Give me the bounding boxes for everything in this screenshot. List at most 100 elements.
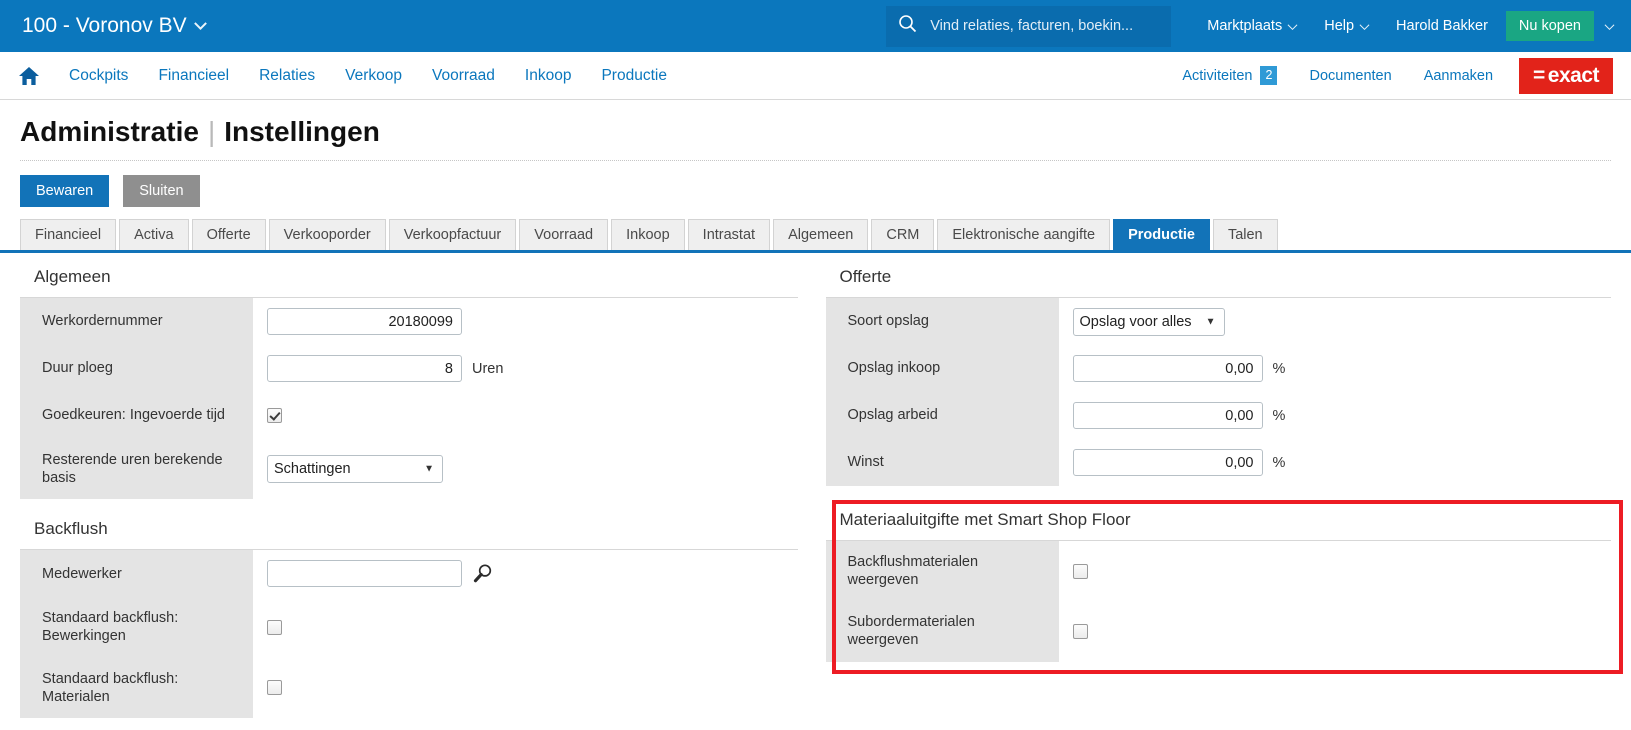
- opslag-inkoop-input[interactable]: [1072, 355, 1263, 382]
- row-standaard-backflush-materialen: [253, 658, 798, 718]
- section-backflush: Backflush Medewerker Standaard backflush…: [20, 519, 798, 718]
- buy-now-button[interactable]: Nu kopen: [1505, 11, 1594, 41]
- row-goedkeuren-ingevoerde-tijd: [253, 392, 798, 439]
- nav-item-voorraad[interactable]: Voorraad: [417, 67, 510, 85]
- page-title-sub: Instellingen: [224, 116, 380, 147]
- global-search[interactable]: [886, 5, 1172, 47]
- soort-opslag-select[interactable]: Opslag voor alles: [1072, 307, 1225, 336]
- row-standaard-backflush-bewerkingen: [253, 597, 798, 657]
- nav-documenten-label: Documenten: [1309, 67, 1392, 84]
- label-medewerker: Medewerker: [20, 550, 253, 598]
- subordermaterialen-weergeven-checkbox[interactable]: [1072, 623, 1088, 639]
- topnav-user[interactable]: Harold Bakker: [1382, 18, 1502, 34]
- row-duur-ploeg: Uren: [253, 345, 798, 392]
- row-opslag-arbeid: %: [1059, 392, 1612, 439]
- tab-verkoopfactuur[interactable]: Verkoopfactuur: [388, 219, 517, 250]
- main-navigation: Cockpits Financieel Relaties Verkoop Voo…: [0, 52, 1631, 100]
- label-duur-ploeg: Duur ploeg: [20, 345, 253, 392]
- tab-verkooporder[interactable]: Verkooporder: [268, 219, 386, 250]
- nav-item-inkoop[interactable]: Inkoop: [510, 67, 587, 85]
- winst-unit: %: [1272, 454, 1286, 471]
- topnav-marktplaats[interactable]: Marktplaats: [1193, 18, 1310, 34]
- row-opslag-inkoop: %: [1059, 345, 1612, 392]
- tab-offerte[interactable]: Offerte: [191, 219, 266, 250]
- label-standaard-backflush-materialen: Standaard backflush: Materialen: [20, 657, 253, 718]
- smart-shop-floor-grid: Backflushmaterialen weergeven Suborderma…: [825, 540, 1612, 662]
- label-subordermaterialen-weergeven: Subordermaterialen weergeven: [825, 601, 1059, 662]
- duur-ploeg-unit: Uren: [472, 360, 504, 377]
- row-subordermaterialen-weergeven: [1059, 601, 1612, 661]
- exact-logo[interactable]: = exact: [1519, 57, 1613, 94]
- topbar-overflow-toggle[interactable]: [1600, 17, 1631, 35]
- tab-talen[interactable]: Talen: [1212, 219, 1278, 250]
- offerte-grid: Soort opslag Opslag voor alles ▼ Opslag …: [825, 297, 1612, 486]
- werkordernummer-input[interactable]: [267, 308, 462, 335]
- main-navigation-right: Activiteiten 2 Documenten Aanmaken = exa…: [1166, 52, 1631, 99]
- exact-logo-equals: =: [1533, 63, 1545, 87]
- row-backflushmaterialen-weergeven: [1059, 541, 1612, 601]
- tab-algemeen[interactable]: Algemeen: [773, 219, 869, 250]
- duur-ploeg-input[interactable]: [267, 355, 462, 382]
- tab-productie[interactable]: Productie: [1113, 219, 1210, 250]
- settings-content: Algemeen Werkordernummer Duur ploeg Uren…: [0, 253, 1631, 718]
- nav-aanmaken[interactable]: Aanmaken: [1408, 68, 1509, 84]
- section-smart-shop-floor-title: Materiaaluitgifte met Smart Shop Floor: [839, 510, 1131, 529]
- home-icon[interactable]: [0, 66, 54, 86]
- save-button[interactable]: Bewaren: [20, 175, 110, 207]
- label-backflushmaterialen-weergeven: Backflushmaterialen weergeven: [825, 541, 1059, 602]
- tab-activa[interactable]: Activa: [119, 219, 189, 250]
- section-algemeen-title: Algemeen: [34, 267, 111, 286]
- nav-item-financieel[interactable]: Financieel: [143, 67, 244, 85]
- page-title-main: Administratie: [20, 116, 199, 147]
- topnav-marktplaats-label: Marktplaats: [1207, 18, 1283, 34]
- label-opslag-inkoop: Opslag inkoop: [825, 345, 1059, 392]
- nav-item-verkoop[interactable]: Verkoop: [330, 67, 417, 85]
- standaard-backflush-materialen-checkbox[interactable]: [267, 680, 282, 696]
- top-bar-right: Marktplaats Help Harold Bakker Nu kopen: [886, 0, 1631, 52]
- tab-financieel[interactable]: Financieel: [20, 219, 117, 250]
- left-column: Algemeen Werkordernummer Duur ploeg Uren…: [0, 253, 816, 718]
- nav-item-relaties[interactable]: Relaties: [244, 67, 330, 85]
- nav-activiteiten-label: Activiteiten: [1182, 67, 1253, 84]
- label-goedkeuren-ingevoerde-tijd: Goedkeuren: Ingevoerde tijd: [20, 392, 253, 439]
- algemeen-grid: Werkordernummer Duur ploeg Uren Goedkeur…: [20, 297, 798, 500]
- nav-documenten[interactable]: Documenten: [1293, 68, 1407, 84]
- chevron-down-icon: [1604, 20, 1615, 31]
- section-offerte: Offerte Soort opslag Opslag voor alles ▼…: [825, 267, 1612, 486]
- search-input[interactable]: [928, 17, 1160, 35]
- administration-name: 100 - Voronov BV: [22, 14, 187, 37]
- magnifier-icon[interactable]: [472, 563, 493, 584]
- topnav-help[interactable]: Help: [1310, 18, 1382, 34]
- row-werkordernummer: [253, 298, 798, 345]
- nav-item-cockpits[interactable]: Cockpits: [54, 67, 143, 85]
- tab-intrastat[interactable]: Intrastat: [687, 219, 771, 250]
- nav-item-productie[interactable]: Productie: [586, 67, 681, 85]
- nav-activiteiten[interactable]: Activiteiten 2: [1166, 66, 1293, 85]
- opslag-arbeid-unit: %: [1272, 407, 1286, 424]
- topnav-help-label: Help: [1324, 18, 1355, 34]
- standaard-backflush-bewerkingen-checkbox[interactable]: [267, 619, 282, 635]
- label-resterende-uren-basis: Resterende uren berekende basis: [20, 439, 253, 500]
- goedkeuren-ingevoerde-tijd-checkbox[interactable]: [267, 408, 282, 423]
- resterende-uren-basis-wrap: Schattingen ▼: [267, 455, 443, 484]
- tab-inkoop[interactable]: Inkoop: [611, 219, 685, 250]
- tab-crm[interactable]: CRM: [871, 219, 935, 250]
- section-offerte-title: Offerte: [839, 267, 892, 286]
- section-backflush-title: Backflush: [34, 519, 108, 539]
- tab-voorraad[interactable]: Voorraad: [519, 219, 609, 250]
- chevron-down-icon: [193, 16, 207, 30]
- winst-input[interactable]: [1072, 449, 1263, 476]
- user-name-label: Harold Bakker: [1396, 18, 1488, 34]
- action-bar: Bewaren Sluiten: [0, 161, 1631, 219]
- page-title-separator: |: [207, 116, 216, 147]
- row-medewerker: [253, 550, 798, 597]
- administration-switcher[interactable]: 100 - Voronov BV: [0, 14, 207, 38]
- tab-elektronische-aangifte[interactable]: Elektronische aangifte: [937, 219, 1111, 250]
- medewerker-input[interactable]: [267, 560, 462, 588]
- chevron-down-icon: [1359, 19, 1370, 30]
- opslag-arbeid-input[interactable]: [1072, 402, 1263, 429]
- resterende-uren-basis-select[interactable]: Schattingen: [267, 455, 443, 484]
- backflushmaterialen-weergeven-checkbox[interactable]: [1072, 563, 1088, 579]
- close-button[interactable]: Sluiten: [123, 175, 200, 207]
- section-algemeen: Algemeen Werkordernummer Duur ploeg Uren…: [20, 267, 798, 500]
